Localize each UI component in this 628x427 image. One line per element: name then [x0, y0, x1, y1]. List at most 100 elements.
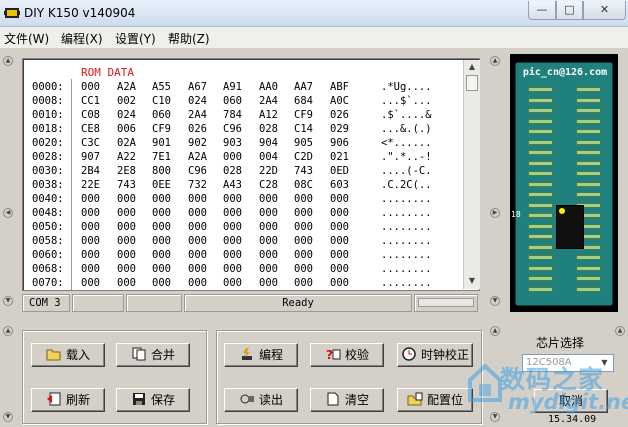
hex-cell[interactable]: 000 — [223, 193, 242, 205]
hex-cell[interactable]: 026 — [330, 109, 349, 121]
hex-cell[interactable]: 800 — [152, 165, 171, 177]
hex-cell[interactable]: 021 — [330, 151, 349, 163]
hex-cell[interactable]: 000 — [117, 207, 136, 219]
verify-button[interactable]: ? 校验 — [310, 343, 384, 367]
splitter-up-arrow-icon[interactable]: ▲ — [3, 56, 13, 66]
hex-cell[interactable]: 000 — [188, 193, 207, 205]
hex-cell[interactable]: 004 — [259, 151, 278, 163]
hex-cell[interactable]: C28 — [259, 179, 278, 191]
scroll-thumb[interactable] — [466, 75, 478, 91]
hex-cell[interactable]: A2A — [188, 151, 207, 163]
hex-cell[interactable]: 906 — [330, 137, 349, 149]
hex-cell[interactable]: 000 — [223, 235, 242, 247]
hex-cell[interactable]: CC1 — [81, 95, 100, 107]
splitter-up-arrow-icon[interactable]: ▲ — [490, 56, 500, 66]
hex-cell[interactable]: 000 — [330, 221, 349, 233]
hex-cell[interactable]: 784 — [223, 109, 242, 121]
config-bits-button[interactable]: 配置位 — [397, 388, 473, 412]
splitter-right-arrow-icon[interactable]: ▶ — [490, 208, 500, 218]
hex-cell[interactable]: CF9 — [294, 109, 313, 121]
hex-cell[interactable]: 000 — [223, 263, 242, 275]
refresh-button[interactable]: 刷新 — [31, 388, 105, 412]
hex-cell[interactable]: 000 — [330, 193, 349, 205]
hex-cell[interactable]: AA7 — [294, 81, 313, 93]
hex-cell[interactable]: 2B4 — [81, 165, 100, 177]
hex-cell[interactable]: A91 — [223, 81, 242, 93]
hex-cell[interactable]: A43 — [223, 179, 242, 191]
hex-cell[interactable]: 000 — [294, 193, 313, 205]
hex-cell[interactable]: 000 — [259, 235, 278, 247]
hex-cell[interactable]: 000 — [152, 277, 171, 289]
hex-cell[interactable]: 000 — [294, 249, 313, 261]
splitter-down-arrow-icon[interactable]: ▼ — [3, 296, 13, 306]
hex-cell[interactable]: C08 — [81, 109, 100, 121]
hex-cell[interactable]: 026 — [188, 123, 207, 135]
close-button[interactable]: ✕ — [583, 1, 626, 20]
hex-cell[interactable]: 000 — [223, 277, 242, 289]
hex-cell[interactable]: 2A4 — [259, 95, 278, 107]
hex-cell[interactable]: 060 — [223, 95, 242, 107]
splitter-up-arrow-icon[interactable]: ▲ — [490, 326, 500, 336]
merge-button[interactable]: 合并 — [116, 343, 190, 367]
hex-cell[interactable]: 000 — [152, 249, 171, 261]
hex-cell[interactable]: 006 — [117, 123, 136, 135]
hex-cell[interactable]: 603 — [330, 179, 349, 191]
hex-cell[interactable]: 7E1 — [152, 151, 171, 163]
splitter-left-arrow-icon[interactable]: ◀ — [3, 208, 13, 218]
hex-cell[interactable]: A0C — [330, 95, 349, 107]
hex-cell[interactable]: 000 — [81, 263, 100, 275]
hex-cell[interactable]: 000 — [188, 263, 207, 275]
load-button[interactable]: 载入 — [31, 343, 105, 367]
hex-cell[interactable]: 000 — [152, 235, 171, 247]
hex-cell[interactable]: 000 — [81, 81, 100, 93]
hex-cell[interactable]: 000 — [81, 221, 100, 233]
hex-cell[interactable]: 02A — [117, 137, 136, 149]
hex-cell[interactable]: 903 — [223, 137, 242, 149]
hex-cell[interactable]: 000 — [259, 221, 278, 233]
hex-cell[interactable]: 000 — [81, 235, 100, 247]
hex-cell[interactable]: 904 — [259, 137, 278, 149]
splitter-up-arrow-icon[interactable]: ▲ — [3, 326, 13, 336]
hex-cell[interactable]: 000 — [117, 277, 136, 289]
hex-cell[interactable]: 000 — [259, 277, 278, 289]
hex-cell[interactable]: C14 — [294, 123, 313, 135]
save-button[interactable]: 保存 — [116, 388, 190, 412]
menu-file[interactable]: 文件(W) — [4, 30, 49, 47]
hex-cell[interactable]: 000 — [259, 193, 278, 205]
hex-cell[interactable]: 000 — [330, 277, 349, 289]
menu-settings[interactable]: 设置(Y) — [115, 30, 156, 47]
hex-cell[interactable]: CE8 — [81, 123, 100, 135]
hex-cell[interactable]: 024 — [117, 109, 136, 121]
hex-cell[interactable]: 000 — [294, 235, 313, 247]
hex-cell[interactable]: 000 — [81, 249, 100, 261]
hex-cell[interactable]: 002 — [117, 95, 136, 107]
erase-button[interactable]: 清空 — [310, 388, 384, 412]
hex-cell[interactable]: 901 — [152, 137, 171, 149]
hex-cell[interactable]: 000 — [188, 235, 207, 247]
hex-cell[interactable]: C10 — [152, 95, 171, 107]
hex-cell[interactable]: 000 — [188, 221, 207, 233]
hex-cell[interactable]: A2A — [117, 81, 136, 93]
hex-cell[interactable]: 2E8 — [117, 165, 136, 177]
hex-cell[interactable]: 000 — [259, 249, 278, 261]
hex-cell[interactable]: 000 — [188, 207, 207, 219]
hex-cell[interactable]: 000 — [188, 277, 207, 289]
hex-cell[interactable]: 000 — [294, 207, 313, 219]
hex-cell[interactable]: 000 — [152, 207, 171, 219]
menu-program[interactable]: 编程(X) — [61, 30, 103, 47]
hex-cell[interactable]: 743 — [117, 179, 136, 191]
hex-cell[interactable]: 0ED — [330, 165, 349, 177]
hex-cell[interactable]: 000 — [330, 235, 349, 247]
hex-cell[interactable]: 000 — [330, 249, 349, 261]
hex-cell[interactable]: 000 — [330, 207, 349, 219]
splitter-down-arrow-icon[interactable]: ▼ — [3, 412, 13, 422]
hex-cell[interactable]: 000 — [294, 221, 313, 233]
hex-cell[interactable]: C96 — [223, 123, 242, 135]
hex-cell[interactable]: 000 — [259, 263, 278, 275]
hex-cell[interactable]: CF9 — [152, 123, 171, 135]
hex-cell[interactable]: 684 — [294, 95, 313, 107]
hex-cell[interactable]: A22 — [117, 151, 136, 163]
hex-cell[interactable]: 000 — [188, 249, 207, 261]
hex-cell[interactable]: 000 — [294, 277, 313, 289]
hex-cell[interactable]: 2A4 — [188, 109, 207, 121]
